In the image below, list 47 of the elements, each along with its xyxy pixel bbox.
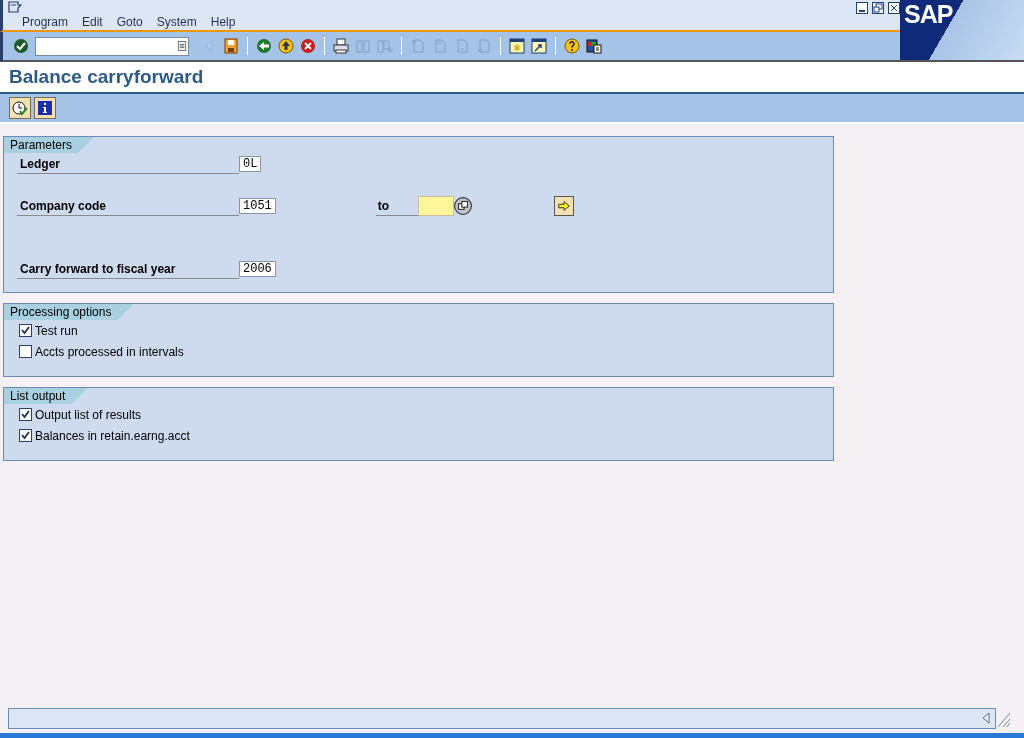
checkbox[interactable]	[19, 429, 32, 442]
checkbox[interactable]	[19, 408, 32, 421]
checkbox[interactable]	[19, 345, 32, 358]
triangle-icon[interactable]	[981, 712, 991, 724]
multiple-selection-icon[interactable]	[453, 196, 472, 215]
input-field[interactable]: 2006	[239, 260, 276, 277]
menu-item[interactable]: Help	[210, 14, 236, 29]
info-icon	[37, 100, 53, 116]
cancel-icon[interactable]	[300, 38, 316, 54]
system-menu-icon[interactable]	[8, 1, 22, 13]
screen-title: Balance carryforward	[8, 65, 205, 88]
clock-check-button[interactable]	[9, 97, 31, 119]
shortcut-icon[interactable]	[531, 38, 547, 54]
layout-icon[interactable]	[586, 38, 602, 54]
clock-check-icon	[12, 100, 28, 116]
menu-item[interactable]: System	[156, 14, 197, 29]
checkbox-label[interactable]: Balances in retain.earng.acct	[35, 428, 190, 443]
multiple-selection-button[interactable]	[553, 195, 574, 216]
close-icon[interactable]	[888, 2, 900, 14]
checkbox[interactable]	[19, 324, 32, 337]
field-label: Company code	[17, 195, 239, 216]
list-icon[interactable]	[176, 40, 188, 52]
field-label: Ledger	[17, 153, 239, 174]
minimize-icon[interactable]	[856, 2, 868, 14]
menu-item[interactable]: Program	[22, 14, 68, 29]
help-icon[interactable]	[564, 38, 580, 54]
printer-icon[interactable]	[333, 38, 349, 54]
input-field[interactable]	[417, 195, 454, 216]
right-arrow-icon	[556, 198, 571, 213]
menu-item[interactable]: Edit	[82, 14, 103, 29]
logo-text: SAP	[904, 0, 953, 29]
menu-item[interactable]: Goto	[116, 14, 143, 29]
checkbox-label[interactable]: Output list of results	[35, 407, 142, 422]
info-button[interactable]	[34, 97, 56, 119]
checkmark-icon[interactable]	[13, 38, 29, 54]
group-title: Parameters	[4, 137, 95, 153]
input-field[interactable]: 0L	[239, 155, 262, 172]
input-field[interactable]: 1051	[239, 197, 276, 214]
group-title: Processing options	[4, 304, 134, 320]
new-window-icon[interactable]	[509, 38, 525, 54]
checkbox-label[interactable]: Accts processed in intervals	[35, 344, 184, 359]
restore-icon[interactable]	[872, 2, 884, 14]
field-label: Carry forward to fiscal year	[17, 258, 239, 279]
field-label: to	[375, 195, 418, 216]
command-field[interactable]	[35, 36, 189, 56]
group-title: List output	[4, 388, 88, 404]
checkbox-label[interactable]: Test run	[35, 323, 78, 338]
